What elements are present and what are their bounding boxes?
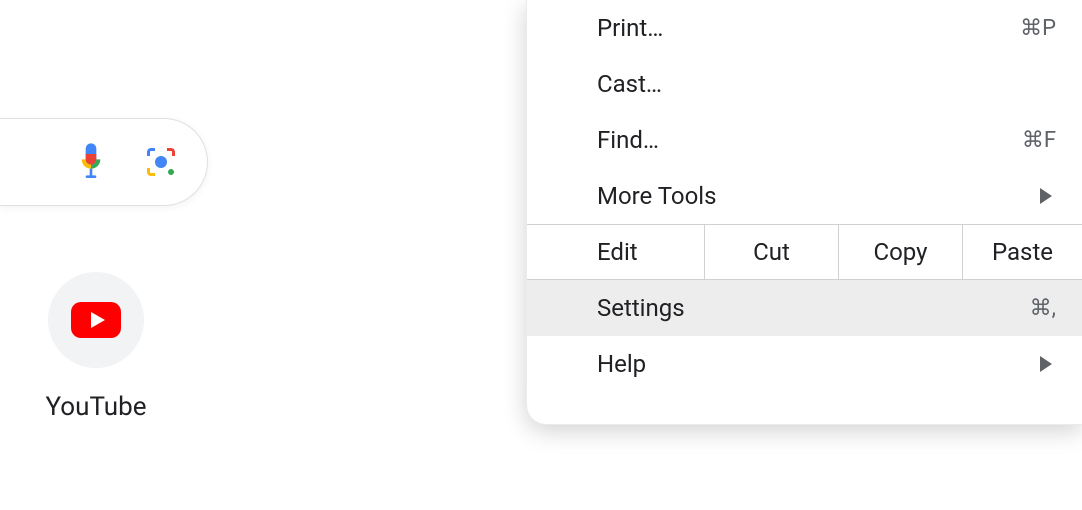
shortcut-icon-circle	[48, 272, 144, 368]
menu-item-find[interactable]: Find… ⌘F	[527, 112, 1082, 168]
menu-item-cast[interactable]: Cast…	[527, 56, 1082, 112]
edit-paste-button[interactable]: Paste	[963, 225, 1082, 279]
menu-item-label: Cast…	[597, 70, 1056, 98]
shortcut-label: YouTube	[46, 392, 147, 422]
chevron-right-icon	[1040, 356, 1052, 372]
edit-paste-text: Paste	[992, 238, 1053, 266]
chrome-overflow-menu: Print… ⌘P Cast… Find… ⌘F More Tools Edit…	[526, 0, 1082, 425]
menu-item-print[interactable]: Print… ⌘P	[527, 0, 1082, 56]
menu-item-more-tools[interactable]: More Tools	[527, 168, 1082, 224]
menu-item-shortcut: ⌘,	[1030, 296, 1056, 321]
menu-item-shortcut: ⌘P	[1020, 16, 1056, 41]
edit-cut-button[interactable]: Cut	[705, 225, 839, 279]
youtube-icon	[71, 302, 121, 338]
menu-item-shortcut: ⌘F	[1022, 128, 1056, 153]
google-lens-icon[interactable]	[143, 144, 179, 180]
edit-copy-button[interactable]: Copy	[839, 225, 963, 279]
edit-copy-text: Copy	[873, 238, 927, 266]
search-capsule-right-end	[0, 118, 208, 206]
menu-item-help[interactable]: Help	[527, 336, 1082, 392]
microphone-icon[interactable]	[73, 144, 109, 180]
menu-item-label: Find…	[597, 126, 1022, 154]
menu-item-label: More Tools	[597, 182, 1040, 210]
edit-toolbar-row: Edit Cut Copy Paste	[527, 224, 1082, 280]
menu-item-label: Settings	[597, 294, 1030, 322]
edit-cut-text: Cut	[753, 238, 790, 266]
shortcut-youtube[interactable]: YouTube	[48, 272, 144, 422]
edit-row-label: Edit	[527, 225, 705, 279]
chevron-right-icon	[1040, 188, 1052, 204]
edit-label-text: Edit	[597, 238, 638, 266]
menu-item-label: Print…	[597, 14, 1020, 42]
menu-item-label: Help	[597, 350, 1040, 378]
menu-item-settings[interactable]: Settings ⌘,	[527, 280, 1082, 336]
